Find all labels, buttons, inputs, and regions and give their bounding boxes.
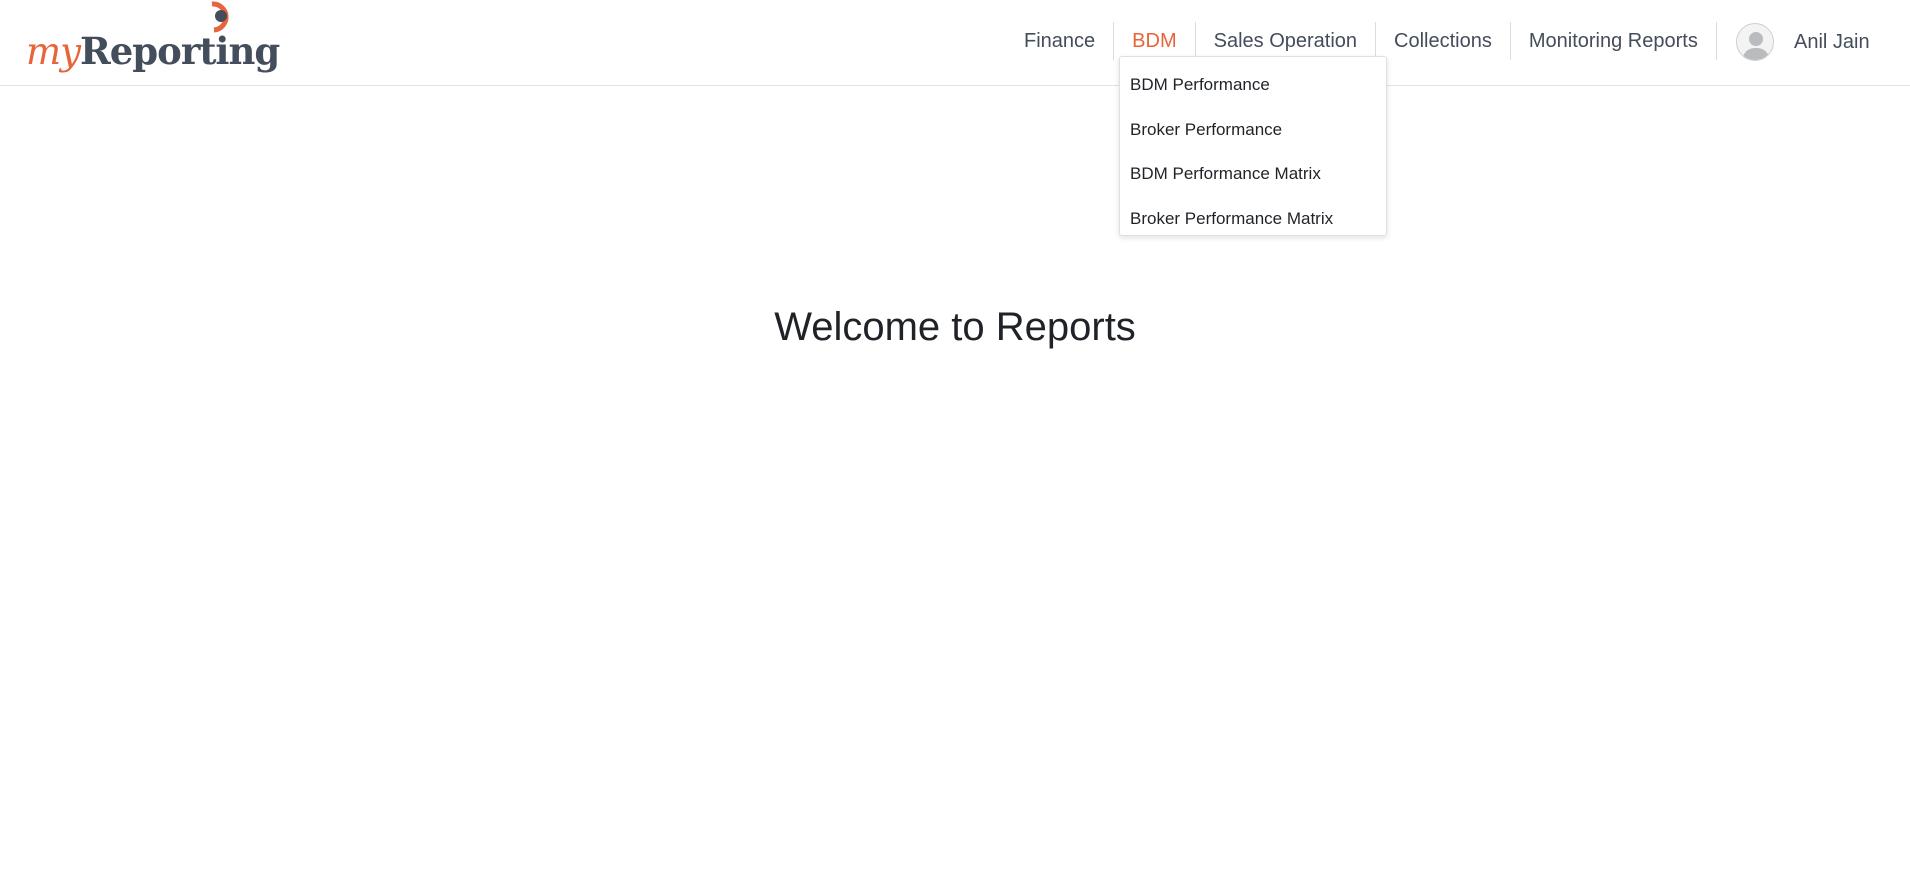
welcome-heading: Welcome to Reports	[774, 305, 1136, 349]
app-logo[interactable]: my Reporting	[26, 10, 280, 73]
menu-item-broker-performance[interactable]: Broker Performance	[1120, 108, 1386, 153]
logo-reporting-text: Reporting	[80, 29, 280, 73]
top-header: my Reporting Finance BDM Sales Operation…	[0, 0, 1910, 86]
menu-item-broker-performance-matrix[interactable]: Broker Performance Matrix	[1120, 197, 1386, 242]
nav-item-finance[interactable]: Finance	[1006, 22, 1115, 60]
user-menu[interactable]: Anil Jain	[1736, 22, 1870, 62]
bdm-dropdown-menu: BDM Performance Broker Performance BDM P…	[1119, 56, 1387, 236]
main-nav: Finance BDM Sales Operation Collections …	[1006, 22, 1717, 60]
nav-item-monitoring-reports[interactable]: Monitoring Reports	[1511, 22, 1717, 60]
user-avatar-icon[interactable]	[1736, 23, 1774, 61]
user-name[interactable]: Anil Jain	[1794, 31, 1870, 54]
menu-item-bdm-performance[interactable]: BDM Performance	[1120, 63, 1386, 108]
logo-my-text: my	[26, 30, 81, 73]
nav-item-sales-operation[interactable]: Sales Operation	[1196, 22, 1377, 60]
logo-mark-icon	[211, 1, 229, 33]
menu-item-bdm-performance-matrix[interactable]: BDM Performance Matrix	[1120, 152, 1386, 197]
nav-item-collections[interactable]: Collections	[1376, 22, 1511, 60]
nav-item-bdm[interactable]: BDM	[1114, 22, 1196, 60]
